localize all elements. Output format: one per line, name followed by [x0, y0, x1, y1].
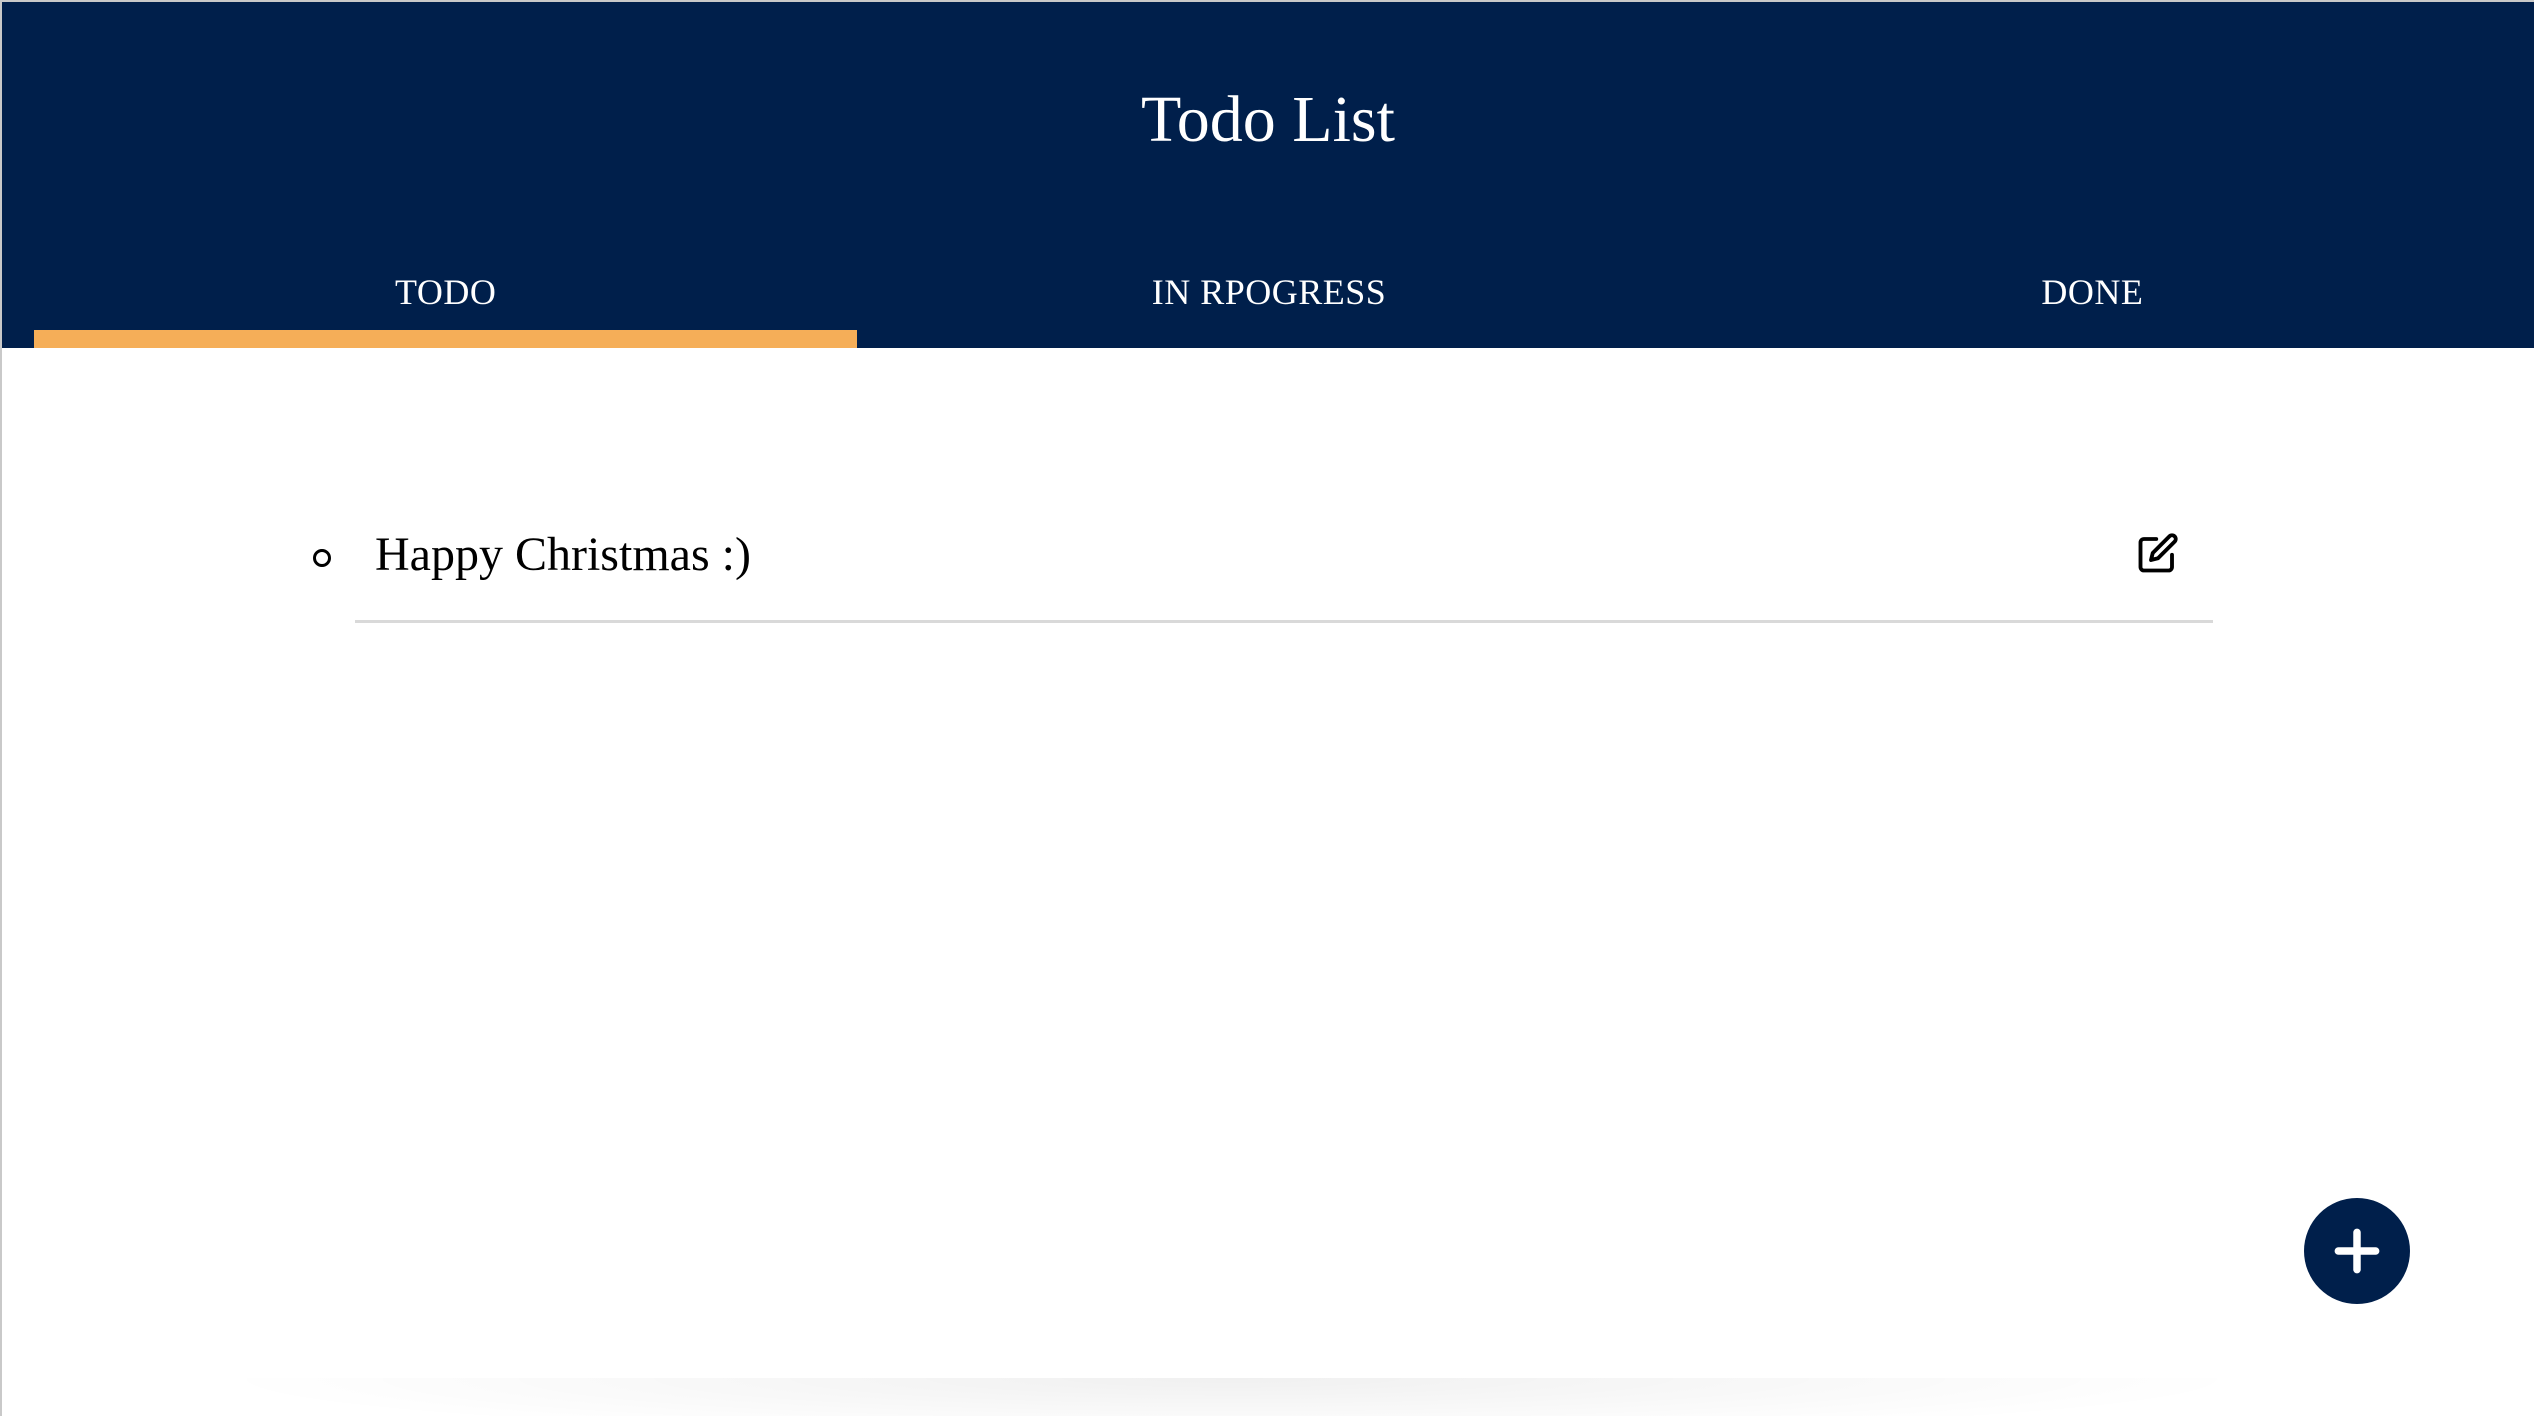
- tab-label: IN RPOGRESS: [1151, 272, 1387, 312]
- edit-button[interactable]: [2133, 528, 2183, 578]
- todo-list: Happy Christmas :): [2, 348, 2534, 1416]
- edit-icon: [2138, 533, 2178, 573]
- list-item: Happy Christmas :): [313, 498, 2213, 623]
- tab-bar: TODO IN RPOGRESS DONE: [34, 242, 2504, 348]
- active-tab-indicator: [34, 330, 858, 348]
- tab-label: TODO: [394, 272, 497, 312]
- page-title: Todo List: [1141, 83, 1395, 156]
- bullet-icon: [313, 549, 331, 567]
- tab-done[interactable]: DONE: [1681, 242, 2504, 348]
- todo-text: Happy Christmas :): [375, 528, 751, 581]
- tab-in-progress[interactable]: IN RPOGRESS: [857, 242, 1680, 348]
- plus-icon: [2334, 1228, 2380, 1274]
- header: Todo List TODO IN RPOGRESS DONE: [2, 2, 2534, 348]
- todo-app: Todo List TODO IN RPOGRESS DONE Happy Ch…: [0, 0, 2534, 1416]
- add-todo-button[interactable]: [2304, 1198, 2410, 1304]
- tab-todo[interactable]: TODO: [34, 242, 858, 348]
- tab-label: DONE: [2041, 272, 2144, 312]
- bottom-shadow: [202, 1378, 2262, 1416]
